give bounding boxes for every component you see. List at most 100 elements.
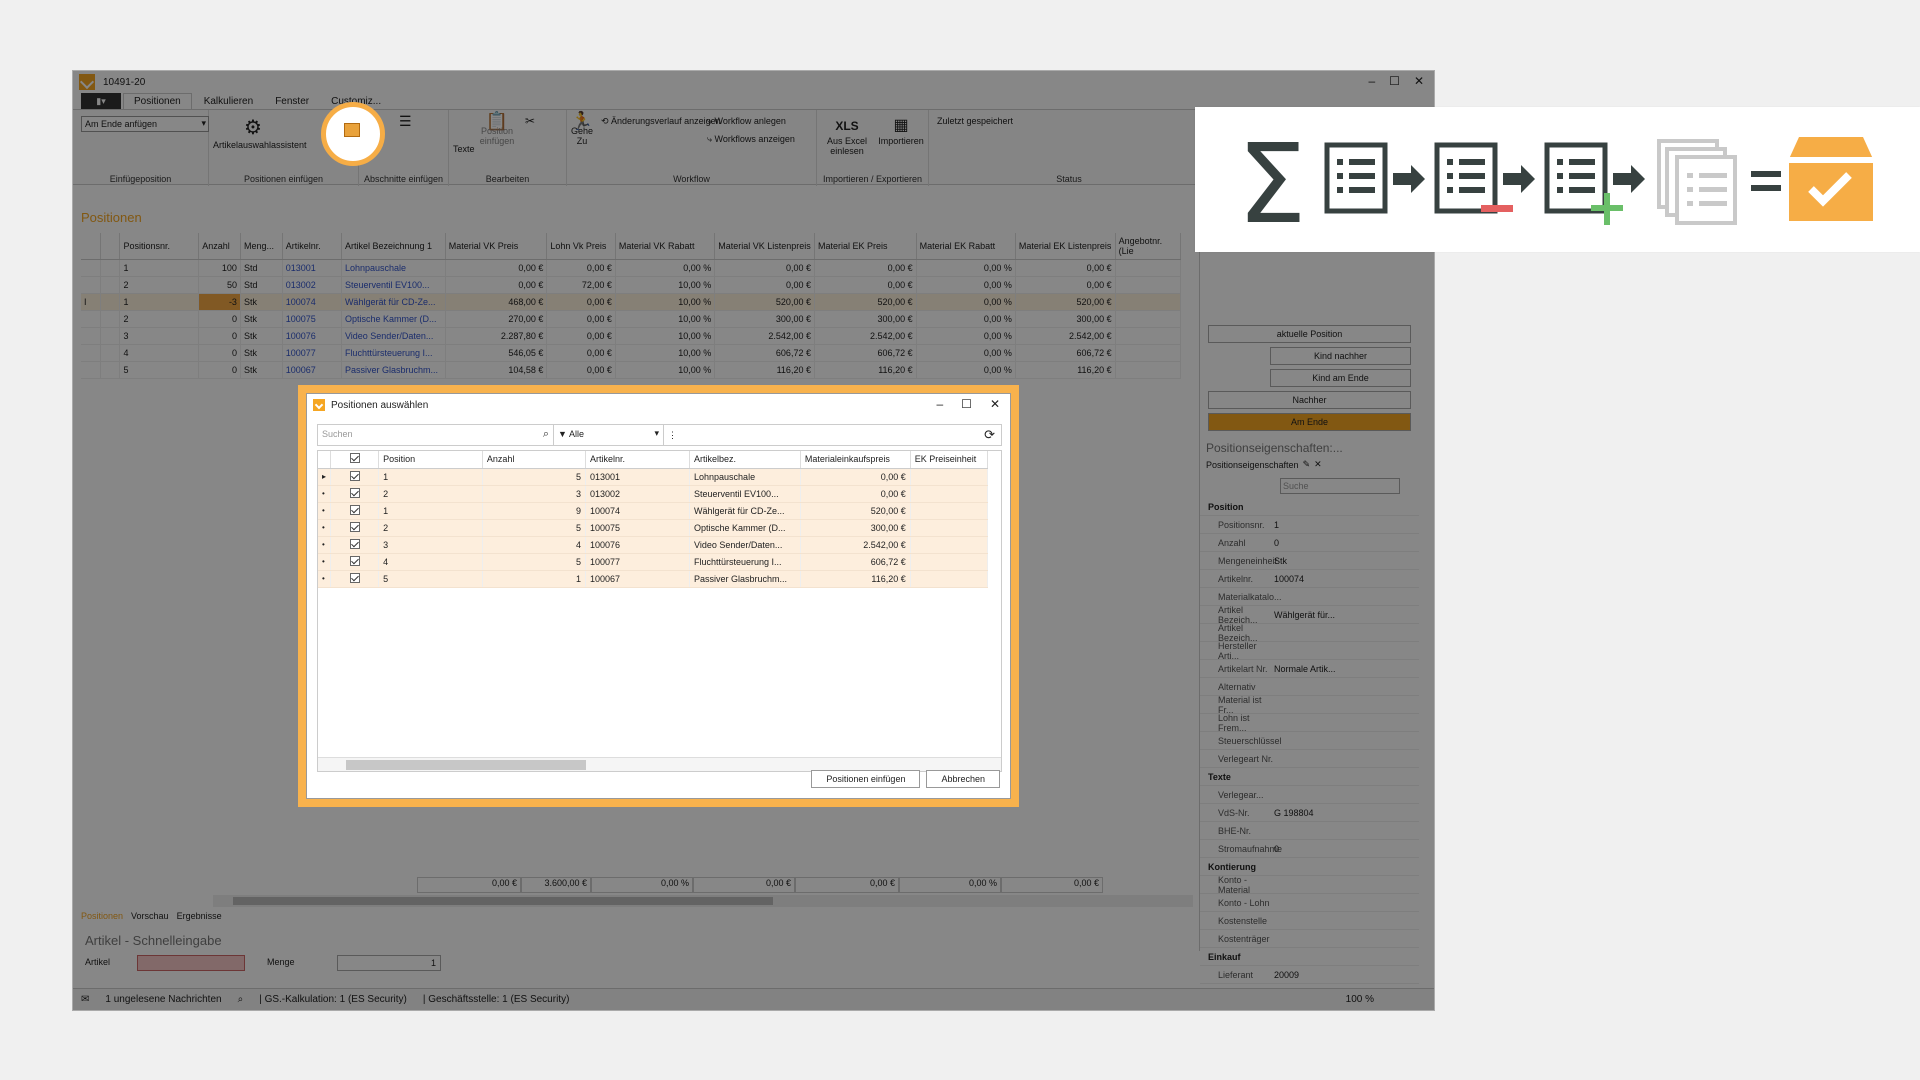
table-cell[interactable] [910, 519, 989, 537]
row-checkbox[interactable] [330, 553, 380, 571]
checkbox-icon [349, 521, 360, 532]
table-cell[interactable]: Passiver Glasbruchm... [689, 570, 801, 588]
dialog-horizontal-scrollbar[interactable] [318, 757, 1001, 771]
row-checkbox[interactable] [330, 519, 380, 537]
dialog-close-icon[interactable]: ✕ [990, 397, 1000, 411]
insert-positions-icon[interactable] [344, 123, 360, 137]
table-row[interactable]: • 2 5 100075 Optische Kammer (D... 300,00 € [318, 519, 989, 537]
row-checkbox[interactable] [330, 502, 380, 520]
archive-check-icon [1789, 137, 1873, 221]
table-row[interactable]: • 1 9 100074 Wählgerät für CD-Ze... 520,00 € [318, 502, 989, 520]
column-header[interactable]: EK Preiseinheit [910, 451, 989, 469]
more-options-icon[interactable]: ⋮ [664, 430, 681, 441]
cancel-button[interactable]: Abbrechen [926, 770, 1000, 788]
table-row[interactable]: • 3 4 100076 Video Sender/Daten... 2.542,00 € [318, 536, 989, 554]
table-cell[interactable]: 100076 [585, 536, 691, 554]
row-indicator[interactable]: ▸ [318, 468, 331, 486]
table-cell[interactable] [910, 536, 989, 554]
filter-dropdown[interactable]: ▼ Alle ▾ [554, 425, 664, 445]
table-cell[interactable]: 300,00 € [800, 519, 911, 537]
table-cell[interactable]: 100074 [585, 502, 691, 520]
dialog-search-input[interactable]: Suchen ⌕ [318, 425, 554, 445]
table-cell[interactable] [910, 553, 989, 571]
table-cell[interactable]: Optische Kammer (D... [689, 519, 801, 537]
insert-positions-button[interactable]: Positionen einfügen [811, 770, 921, 788]
row-indicator[interactable]: • [318, 570, 331, 588]
table-row[interactable]: ▸ 1 5 013001 Lohnpauschale 0,00 € [318, 468, 989, 486]
table-cell[interactable]: Wählgerät für CD-Ze... [689, 502, 801, 520]
table-cell[interactable]: 5 [482, 553, 586, 571]
checkbox-icon [349, 470, 360, 481]
table-cell[interactable]: 1 [378, 502, 483, 520]
row-indicator[interactable]: • [318, 502, 331, 520]
table-cell[interactable]: 5 [378, 570, 483, 588]
table-cell[interactable]: 520,00 € [800, 502, 911, 520]
arrow-icon [1393, 165, 1425, 193]
column-header[interactable]: Materialeinkaufspreis [800, 451, 911, 469]
table-row[interactable]: • 2 3 013002 Steuerventil EV100... 0,00 € [318, 485, 989, 503]
table-cell[interactable] [910, 485, 989, 503]
table-cell[interactable]: 1 [482, 570, 586, 588]
table-cell[interactable]: 013001 [585, 468, 691, 486]
row-checkbox[interactable] [330, 485, 380, 503]
table-cell[interactable]: 606,72 € [800, 553, 911, 571]
table-cell[interactable]: 0,00 € [800, 468, 911, 486]
dialog-toolbar: Suchen ⌕ ▼ Alle ▾ ⋮ ⟳ [317, 424, 1002, 446]
table-cell[interactable]: 3 [482, 485, 586, 503]
select-all-checkbox[interactable] [330, 451, 380, 469]
dialog-highlight-frame: Positionen auswählen – ☐ ✕ Suchen ⌕ ▼ Al… [298, 385, 1019, 807]
table-cell[interactable]: 5 [482, 468, 586, 486]
equals-icon [1751, 171, 1781, 191]
column-header[interactable]: Artikelbez. [689, 451, 801, 469]
table-cell[interactable]: 0,00 € [800, 485, 911, 503]
table-cell[interactable] [910, 570, 989, 588]
filter-icon: ▼ [558, 429, 567, 439]
table-cell[interactable]: 100075 [585, 519, 691, 537]
row-checkbox[interactable] [330, 570, 380, 588]
table-cell[interactable]: 2 [378, 519, 483, 537]
table-cell[interactable]: 1 [378, 468, 483, 486]
table-cell[interactable]: 100077 [585, 553, 691, 571]
list-icon [1324, 142, 1388, 214]
table-cell[interactable]: 9 [482, 502, 586, 520]
stacked-lists-icon [1657, 139, 1737, 225]
chevron-down-icon: ▾ [654, 428, 659, 438]
row-indicator[interactable]: • [318, 485, 331, 503]
table-cell[interactable] [910, 502, 989, 520]
list-minus-icon [1434, 142, 1513, 214]
table-row[interactable]: • 5 1 100067 Passiver Glasbruchm... 116,20 € [318, 570, 989, 588]
dialog-minimize-icon[interactable]: – [936, 397, 943, 411]
table-cell[interactable]: 3 [378, 536, 483, 554]
table-cell[interactable]: 2 [378, 485, 483, 503]
row-checkbox[interactable] [330, 536, 380, 554]
row-checkbox[interactable] [330, 468, 380, 486]
table-cell[interactable]: 4 [378, 553, 483, 571]
filter-value: Alle [568, 429, 584, 439]
table-cell[interactable]: Lohnpauschale [689, 468, 801, 486]
table-cell[interactable]: 116,20 € [800, 570, 911, 588]
search-icon[interactable]: ⌕ [543, 428, 549, 441]
table-cell[interactable]: 2.542,00 € [800, 536, 911, 554]
table-cell[interactable]: Fluchttürsteuerung I... [689, 553, 801, 571]
row-indicator-header [318, 451, 331, 469]
row-indicator[interactable]: • [318, 553, 331, 571]
column-header[interactable]: Artikelnr. [585, 451, 691, 469]
checkbox-icon [349, 487, 360, 498]
table-cell[interactable]: 100067 [585, 570, 691, 588]
table-cell[interactable]: Steuerventil EV100... [689, 485, 801, 503]
column-header[interactable]: Anzahl [482, 451, 586, 469]
table-cell[interactable]: 4 [482, 536, 586, 554]
row-indicator[interactable]: • [318, 536, 331, 554]
table-cell[interactable] [910, 468, 989, 486]
refresh-icon[interactable]: ⟳ [984, 427, 995, 443]
column-header[interactable]: Position [378, 451, 483, 469]
table-cell[interactable]: 013002 [585, 485, 691, 503]
row-indicator[interactable]: • [318, 519, 331, 537]
dialog-maximize-icon[interactable]: ☐ [961, 397, 972, 411]
svg-text:Σ: Σ [1237, 120, 1307, 248]
scroll-thumb[interactable] [346, 760, 586, 770]
workflow-banner-graphic: Σ [1237, 120, 1873, 248]
table-cell[interactable]: Video Sender/Daten... [689, 536, 801, 554]
table-row[interactable]: • 4 5 100077 Fluchttürsteuerung I... 606,72 € [318, 553, 989, 571]
table-cell[interactable]: 5 [482, 519, 586, 537]
